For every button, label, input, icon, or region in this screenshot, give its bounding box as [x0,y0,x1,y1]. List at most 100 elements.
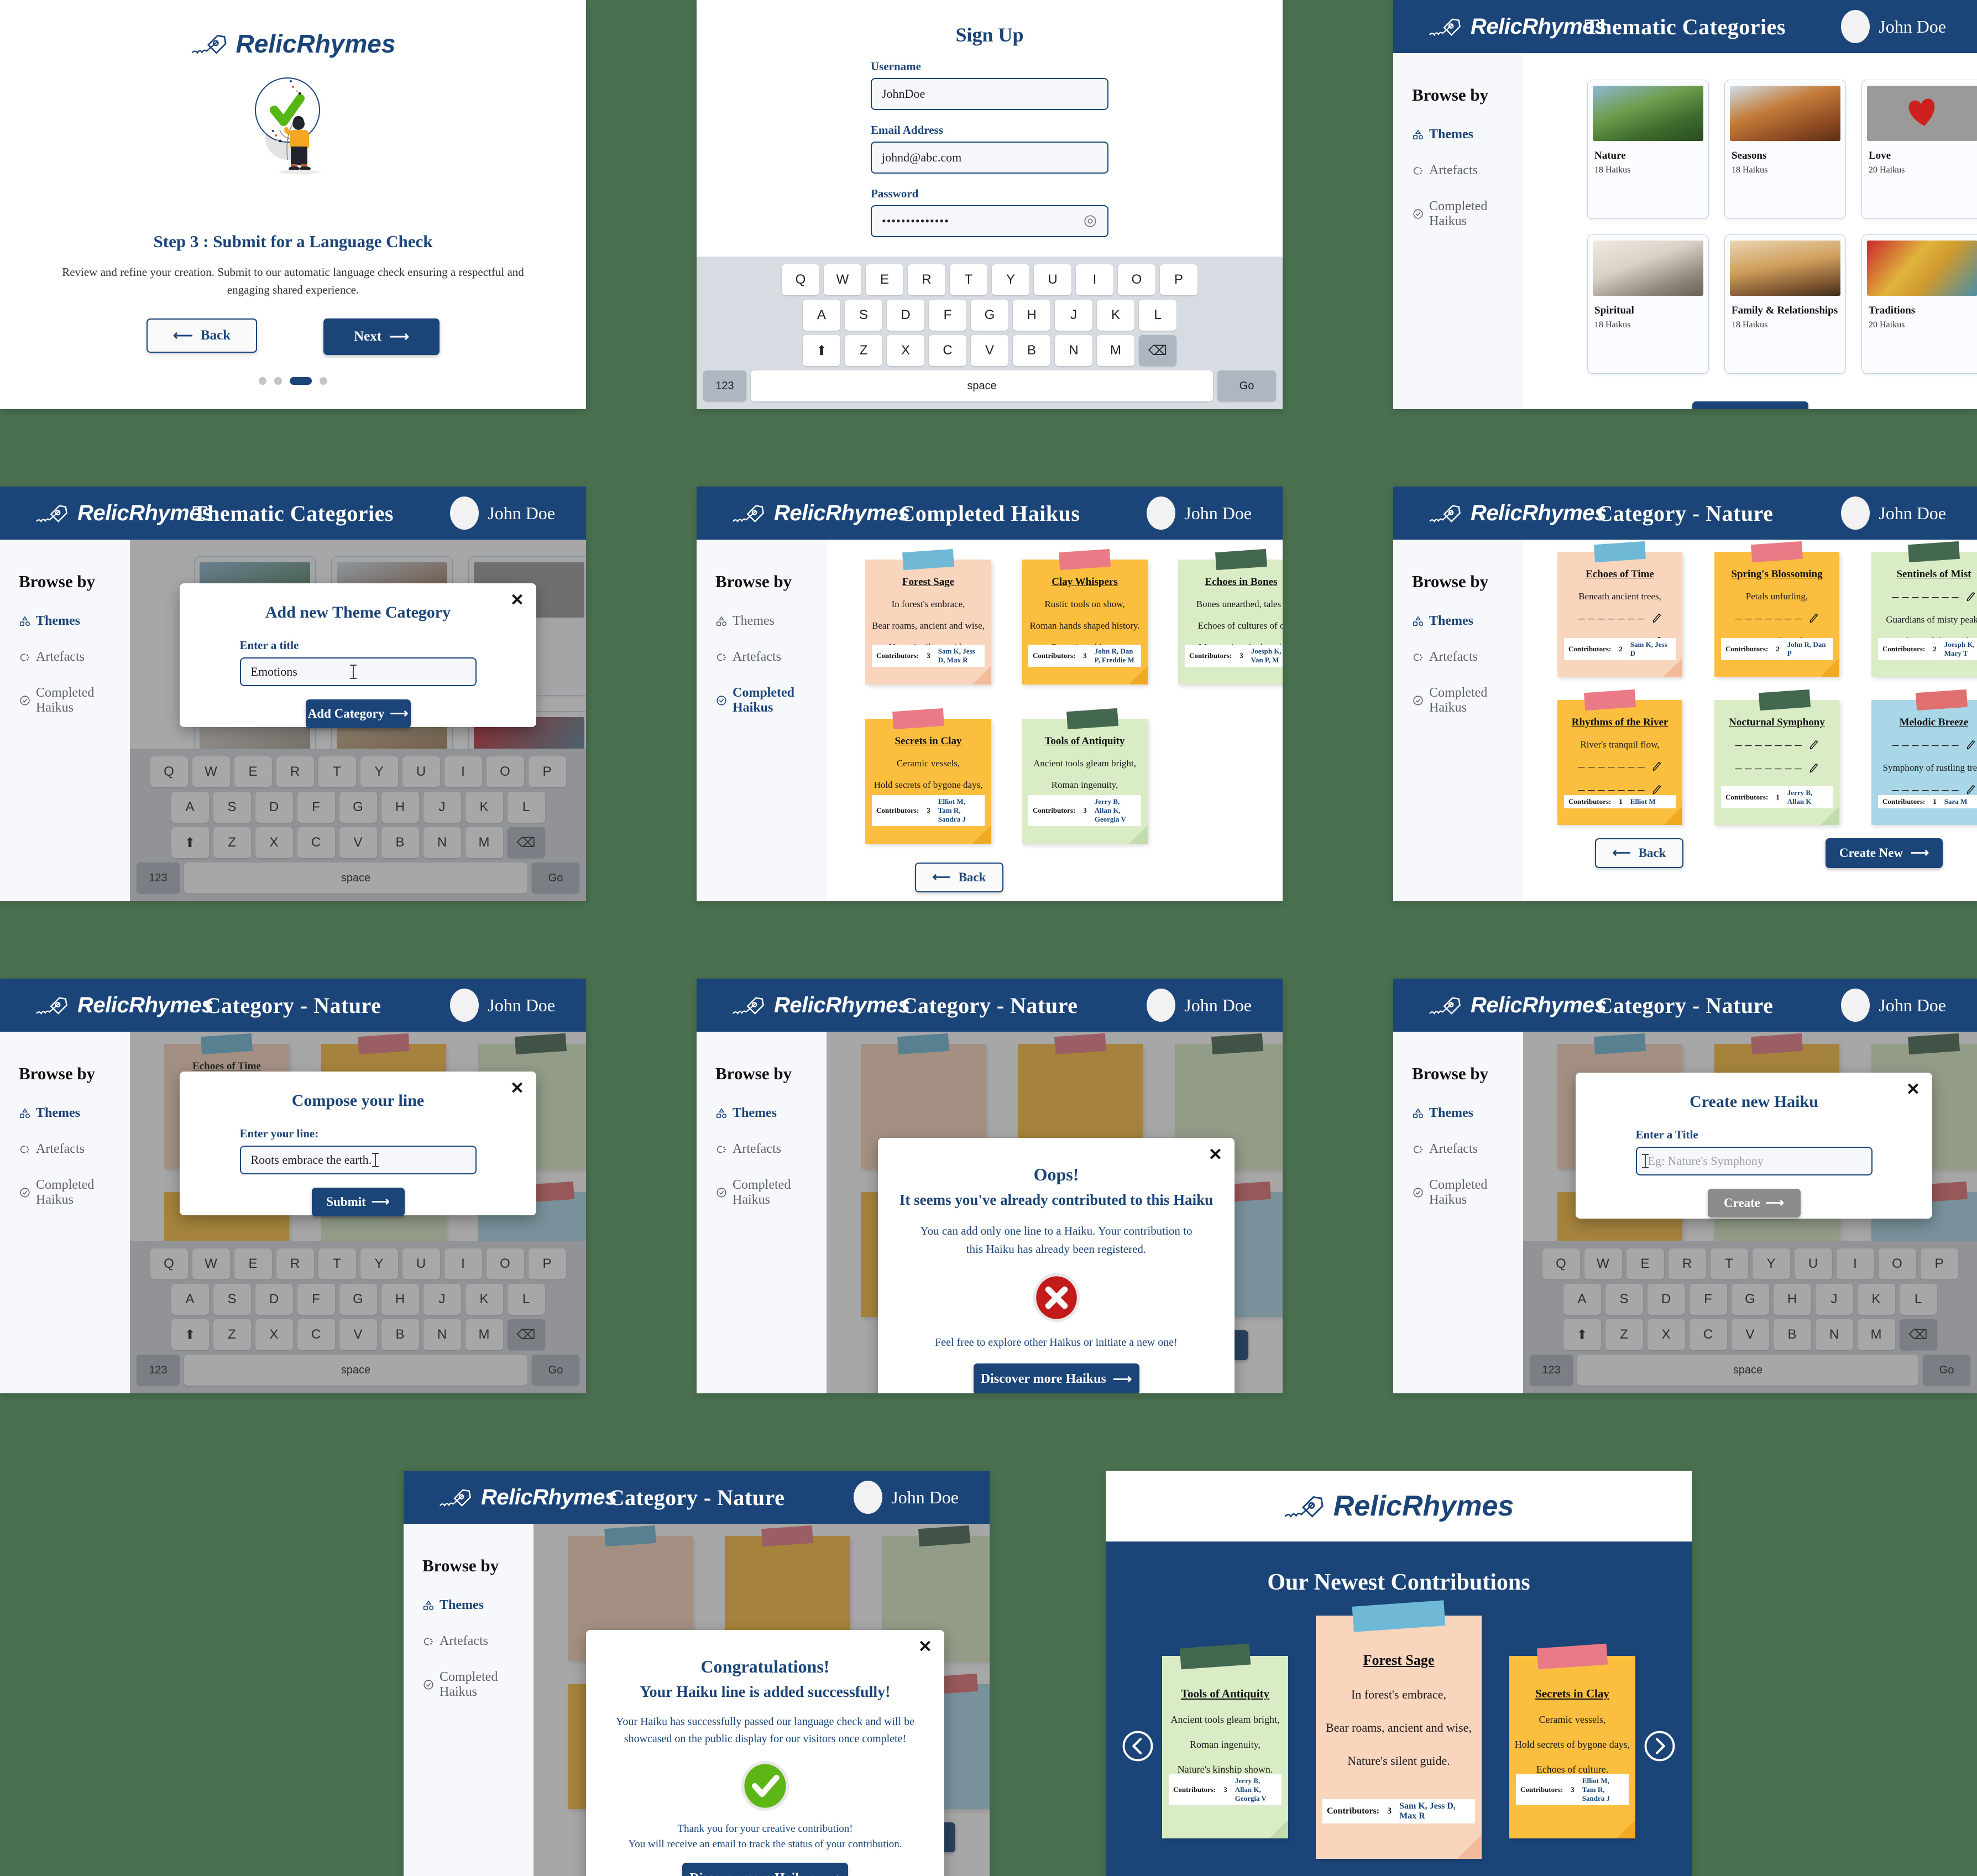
haiku-note[interactable]: Melodic Breeze －－－－－－－ Symphony of rustl… [1871,689,1977,825]
sidebar-item-themes[interactable]: Themes [1412,127,1523,142]
onboarding-back-button[interactable]: ⟵ Back [147,318,257,353]
sidebar-item-themes[interactable]: Themes [1412,614,1523,629]
sidebar-item-completed-haikus[interactable]: Completed Haikus [19,1178,130,1208]
key-m[interactable]: M [1097,335,1134,366]
key-i[interactable]: I [1076,264,1113,295]
category-card[interactable]: Traditions 20 Haikus [1861,234,1977,374]
key-w[interactable]: W [824,264,861,295]
key-z[interactable]: Z [845,335,882,366]
user-menu[interactable]: John Doe [1147,497,1252,530]
category-card[interactable]: Nature 18 Haikus [1587,80,1709,219]
pencil-icon[interactable] [1965,784,1977,796]
add-category-submit-button[interactable]: Add Category ⟶ [305,699,411,728]
email-input[interactable]: johnd@abc.com [871,142,1108,174]
onscreen-keyboard[interactable]: Q W E R T Y U I O P A S D F G H J K L ⬆ … [697,257,1283,409]
haiku-empty-line[interactable]: －－－－－－－ [1557,612,1682,625]
key-n[interactable]: N [1055,335,1092,366]
haiku-note[interactable]: Forest Sage In forest's embrace, Bear ro… [865,548,991,684]
dot-3[interactable] [320,377,327,385]
back-button[interactable]: ⟵ Back [1595,838,1683,868]
brand-logo[interactable]: RelicRhymes [1429,500,1607,526]
brand-logo[interactable]: RelicRhymes [35,500,213,526]
eye-toggle-icon[interactable] [1083,214,1097,228]
dot-0[interactable] [259,377,266,385]
key-q[interactable]: Q [782,264,819,295]
key-p[interactable]: P [1160,264,1197,295]
key-u[interactable]: U [1034,264,1071,295]
haiku-line-input[interactable]: Roots embrace the earth. [239,1146,477,1174]
dot-2[interactable] [290,377,312,385]
user-menu[interactable]: John Doe [1841,989,1946,1022]
back-button[interactable]: ⟵ Back [915,863,1003,892]
key-j[interactable]: J [1055,300,1092,331]
sidebar-item-artefacts[interactable]: Artefacts [715,1142,827,1157]
key-g[interactable]: G [971,300,1008,331]
category-card[interactable]: Seasons 18 Haikus [1724,80,1846,219]
sidebar-item-themes[interactable]: Themes [19,614,130,629]
create-haiku-submit-button[interactable]: Create ⟶ [1707,1189,1801,1217]
sidebar-item-completed-haikus[interactable]: Completed Haikus [19,686,130,715]
carousel-card[interactable]: Secrets in Clay Ceramic vessels, Hold se… [1509,1643,1635,1838]
key-numbers[interactable]: 123 [703,370,746,401]
key-c[interactable]: C [929,335,966,366]
category-card[interactable]: Spiritual 18 Haikus [1587,234,1709,374]
sidebar-item-themes[interactable]: Themes [19,1106,130,1121]
discover-more-haikus-button[interactable]: Discover more Haikus ⟶ [973,1363,1139,1393]
haiku-empty-line[interactable]: －－－－－－－ [1714,738,1839,752]
close-icon[interactable]: ✕ [1209,1147,1222,1163]
carousel-prev-button[interactable] [1122,1731,1153,1764]
sidebar-item-themes[interactable]: Themes [715,614,827,629]
pencil-icon[interactable] [1808,739,1820,751]
key-go[interactable]: Go [1217,370,1276,401]
onboarding-dots[interactable] [0,377,586,385]
password-input[interactable]: •••••••••••••• [871,205,1108,237]
close-icon[interactable]: ✕ [510,1080,524,1097]
brand-logo[interactable]: RelicRhymes [1429,14,1607,39]
sidebar-item-completed-haikus[interactable]: Completed Haikus [1412,686,1523,715]
key-a[interactable]: A [803,300,840,331]
key-shift-icon[interactable]: ⬆ [803,335,840,366]
sidebar-item-completed-haikus[interactable]: Completed Haikus [422,1670,534,1700]
haiku-empty-line[interactable]: －－－－－－－ [1714,761,1839,775]
haiku-note[interactable]: Tools of Antiquity Ancient tools gleam b… [1022,708,1148,844]
key-v[interactable]: V [971,335,1008,366]
pencil-icon[interactable] [1651,784,1663,796]
haiku-note[interactable]: Rhythms of the River River's tranquil fl… [1557,689,1682,825]
user-menu[interactable]: John Doe [1841,497,1946,530]
haiku-note[interactable]: Nocturnal Symphony －－－－－－－ －－－－－－－ Moonl [1714,689,1839,825]
add-new-category-button[interactable]: Add New ⟶ [1692,401,1808,409]
sidebar-item-artefacts[interactable]: Artefacts [715,650,827,665]
carousel-card[interactable]: Tools of Antiquity Ancient tools gleam b… [1162,1643,1288,1838]
onboarding-next-button[interactable]: Next ⟶ [323,318,440,355]
sidebar-item-completed-haikus[interactable]: Completed Haikus [715,1178,827,1208]
haiku-empty-line[interactable]: －－－－－－－ [1871,590,1977,604]
submit-line-button[interactable]: Submit ⟶ [311,1188,405,1216]
haiku-empty-line[interactable]: －－－－－－－ [1714,612,1839,625]
brand-logo[interactable]: RelicRhymes [35,992,213,1018]
sidebar-item-completed-haikus[interactable]: Completed Haikus [1412,1178,1523,1208]
sidebar-item-themes[interactable]: Themes [715,1106,827,1121]
haiku-note[interactable]: Clay Whispers Rustic tools on show, Roma… [1022,548,1148,684]
haiku-note[interactable]: Sentinels of Mist －－－－－－－ Guardians of m… [1871,541,1977,677]
sidebar-item-artefacts[interactable]: Artefacts [19,1142,130,1157]
key-o[interactable]: O [1118,264,1155,295]
brand-logo[interactable]: RelicRhymes [1429,992,1607,1018]
sidebar-item-completed-haikus[interactable]: Completed Haikus [715,686,827,715]
dot-1[interactable] [274,377,282,385]
close-icon[interactable]: ✕ [918,1639,932,1655]
category-title-input[interactable]: Emotions [239,657,477,686]
brand-logo[interactable]: RelicRhymes [732,992,910,1018]
key-y[interactable]: Y [992,264,1029,295]
key-space[interactable]: space [751,370,1213,401]
key-e[interactable]: E [866,264,903,295]
haiku-note[interactable]: Spring's Blossoming Petals unfurling, －－… [1714,541,1839,677]
haiku-empty-line[interactable]: －－－－－－－ [1871,738,1977,752]
sidebar-item-artefacts[interactable]: Artefacts [422,1634,534,1649]
user-menu[interactable]: John Doe [450,989,555,1022]
key-r[interactable]: R [908,264,945,295]
sidebar-item-artefacts[interactable]: Artefacts [1412,163,1523,178]
discover-more-haikus-button[interactable]: Discover more Haikus ⟶ [682,1863,848,1876]
key-d[interactable]: D [887,300,924,331]
key-x[interactable]: X [887,335,924,366]
brand-logo[interactable]: RelicRhymes [732,500,910,526]
